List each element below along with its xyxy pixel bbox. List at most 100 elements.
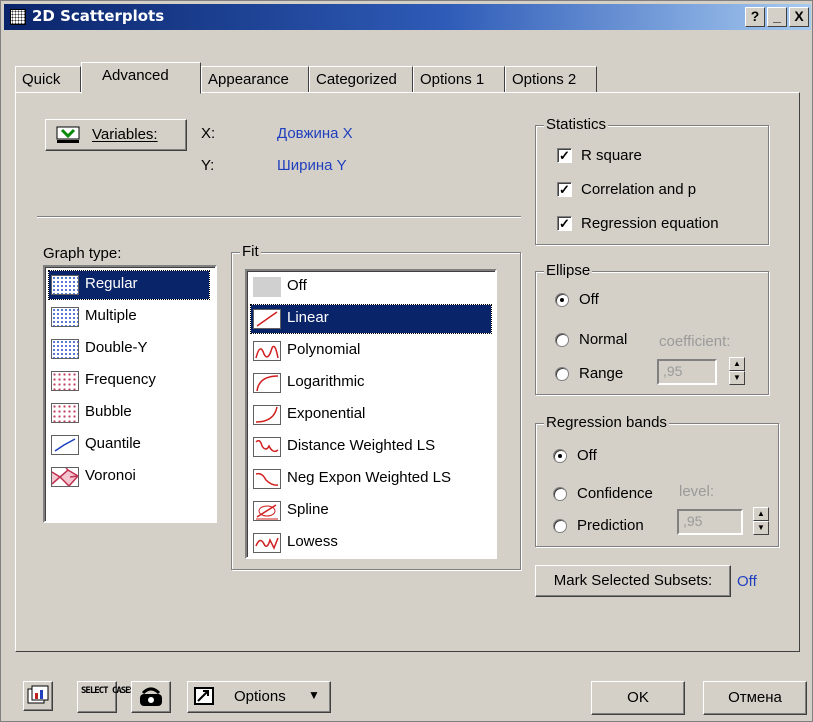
fit-label-text: Logarithmic	[287, 373, 365, 390]
scatter-double-y-icon	[51, 339, 79, 359]
spin-up-icon[interactable]: ▲	[729, 357, 745, 371]
radio-icon	[555, 367, 569, 381]
radio-icon	[555, 333, 569, 347]
spin-down-icon[interactable]: ▼	[729, 371, 745, 385]
tab-quick[interactable]: Quick	[15, 66, 81, 93]
scatter-quantile-icon	[51, 435, 79, 455]
graph-gallery-icon	[27, 685, 49, 704]
spin-down-icon[interactable]: ▼	[753, 521, 769, 535]
fit-neg-expon-icon	[253, 469, 281, 489]
radio-label: Off	[579, 291, 599, 308]
title-bar[interactable]: 2D Scatterplots ? _ X	[4, 4, 811, 30]
select-cases-icon: SELECT CASES	[81, 686, 135, 696]
variables-button-label: Variables:	[92, 126, 158, 143]
mark-selected-subsets-button[interactable]: Mark Selected Subsets:	[535, 565, 731, 597]
fit-linear-icon	[253, 309, 281, 329]
ellipse-group-title: Ellipse	[544, 262, 593, 279]
y-variable-value: Ширина Y	[277, 157, 347, 174]
tab-options-2[interactable]: Options 2	[505, 66, 597, 93]
x-variable-value: Довжина X	[277, 125, 353, 142]
graph-type-label: Graph type:	[43, 245, 122, 262]
fit-label-text: Distance Weighted LS	[287, 437, 436, 454]
check-icon: ✓	[557, 182, 572, 197]
spin-up-icon[interactable]: ▲	[753, 507, 769, 521]
fit-label-text: Exponential	[287, 405, 366, 422]
bottom-bar: SELECT CASES Options ▼ OK Отмена	[1, 673, 812, 721]
scatter-frequency-icon	[51, 371, 79, 391]
level-value: ,95	[683, 513, 703, 529]
dialog-window: 2D Scatterplots ? _ X Quick Advanced App…	[0, 0, 813, 722]
fit-distance-weighted-icon	[253, 437, 281, 457]
fit-label-text: Linear	[287, 309, 329, 326]
options-icon	[194, 687, 214, 705]
options-label: Options	[234, 688, 286, 705]
coefficient-spinner[interactable]: ▲ ▼	[729, 357, 745, 385]
minimize-button[interactable]: _	[767, 7, 787, 27]
tab-advanced[interactable]: Advanced	[81, 62, 201, 94]
scatter-bubble-icon	[51, 403, 79, 423]
radio-dot-icon	[553, 449, 567, 463]
select-cases-button[interactable]: SELECT CASES	[77, 681, 135, 713]
chevron-down-icon: ▼	[308, 688, 320, 702]
weight-icon	[140, 687, 162, 706]
check-icon: ✓	[557, 216, 572, 231]
cancel-button[interactable]: Отмена	[703, 681, 807, 715]
regression-bands-group-title: Regression bands	[544, 414, 669, 431]
ok-button[interactable]: OK	[591, 681, 685, 715]
graph-type-label-text: Regular	[85, 275, 138, 292]
statistics-group-title: Statistics	[544, 116, 609, 133]
graph-type-label-text: Double-Y	[85, 339, 148, 356]
checkbox-label: Correlation and p	[581, 181, 697, 198]
weight-button[interactable]	[131, 681, 171, 713]
fit-group-title: Fit	[240, 243, 261, 260]
help-button[interactable]: ?	[745, 7, 765, 27]
radio-label: Off	[577, 447, 597, 464]
fit-logarithmic-icon	[253, 373, 281, 393]
fit-exponential-icon	[253, 405, 281, 425]
graph-type-list[interactable]: Regular Multiple Double-Y Frequency Bubb…	[43, 265, 217, 523]
graph-type-regular[interactable]: Regular	[48, 270, 210, 300]
scatterplot-app-icon	[10, 9, 26, 25]
radio-icon	[553, 487, 567, 501]
tab-categorized[interactable]: Categorized	[309, 66, 413, 93]
radio-label: Range	[579, 365, 624, 382]
radio-label: Confidence	[577, 485, 653, 502]
graph-type-label-text: Bubble	[85, 403, 132, 420]
coefficient-input[interactable]: ,95	[657, 359, 717, 385]
scatter-regular-icon	[51, 275, 79, 295]
coefficient-label: coefficient:	[659, 333, 731, 350]
checkbox-label: R square	[581, 147, 642, 164]
fit-list[interactable]: Off Linear Polynomial Logarithmic Expone…	[245, 269, 497, 559]
options-dropdown-button[interactable]: Options ▼	[187, 681, 331, 713]
tab-options-1[interactable]: Options 1	[413, 66, 505, 93]
mark-subsets-value: Off	[737, 573, 757, 590]
fit-label-text: Off	[287, 277, 307, 294]
fit-lowess-icon	[253, 533, 281, 553]
variables-button[interactable]: Variables:	[45, 119, 187, 151]
radio-icon	[553, 519, 567, 533]
level-spinner[interactable]: ▲ ▼	[753, 507, 769, 535]
x-label: X:	[201, 125, 216, 142]
fit-off-icon	[253, 277, 281, 297]
graph-type-label-text: Multiple	[85, 307, 137, 324]
level-input[interactable]: ,95	[677, 509, 743, 535]
close-button[interactable]: X	[789, 7, 809, 27]
fit-spline-icon	[253, 501, 281, 521]
fit-label-text: Spline	[287, 501, 329, 518]
tab-appearance[interactable]: Appearance	[201, 66, 309, 93]
fit-label-text: Neg Expon Weighted LS	[287, 469, 451, 486]
coefficient-value: ,95	[663, 363, 683, 379]
window-title: 2D Scatterplots	[32, 7, 165, 25]
level-label: level:	[679, 483, 715, 500]
graph-gallery-button[interactable]	[23, 681, 53, 711]
checkbox-label: Regression equation	[581, 215, 719, 232]
variables-icon	[56, 126, 80, 143]
separator	[37, 216, 521, 218]
fit-polynomial-icon	[253, 341, 281, 361]
y-label: Y:	[201, 157, 215, 174]
check-icon: ✓	[557, 148, 572, 163]
fit-linear[interactable]: Linear	[250, 304, 492, 334]
graph-type-label-text: Frequency	[85, 371, 156, 388]
fit-label-text: Polynomial	[287, 341, 361, 358]
radio-label: Prediction	[577, 517, 644, 534]
